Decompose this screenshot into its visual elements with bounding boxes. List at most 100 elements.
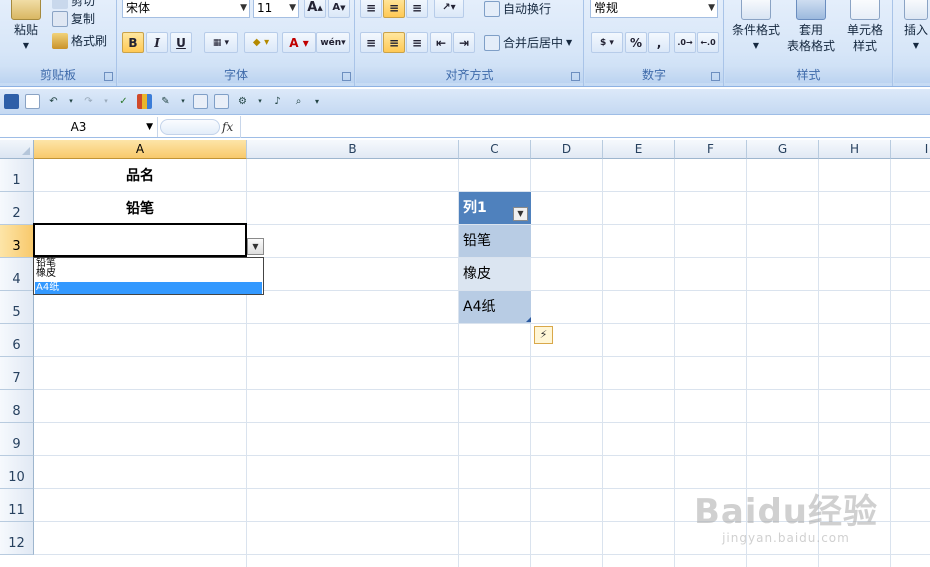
- fill-color-button[interactable]: ◆ ▾: [244, 32, 278, 53]
- italic-button[interactable]: I: [146, 32, 168, 53]
- font-size-select[interactable]: 11 ▼: [253, 0, 299, 18]
- cell-a1[interactable]: 品名: [34, 160, 246, 192]
- row-header-4[interactable]: 4: [0, 258, 34, 291]
- insert-cells-icon: [904, 0, 928, 20]
- row-header-12[interactable]: 12: [0, 522, 34, 555]
- chevron-down-icon[interactable]: ▾: [256, 94, 264, 109]
- dropdown-option[interactable]: A4纸: [35, 282, 262, 294]
- customize-toolbar-icon[interactable]: ▾: [312, 94, 322, 109]
- format-as-table-button[interactable]: 套用 表格格式: [785, 0, 837, 54]
- alignment-launcher-icon[interactable]: [571, 72, 580, 81]
- font-color-button[interactable]: A ▾: [282, 32, 316, 53]
- insert-function-icon[interactable]: fx: [222, 117, 240, 137]
- comma-button[interactable]: ,: [648, 32, 670, 53]
- spell-check-icon[interactable]: ✓: [116, 94, 131, 109]
- shrink-font-button[interactable]: A ▼: [328, 0, 350, 18]
- chevron-down-icon[interactable]: ▼: [146, 117, 153, 137]
- chevron-down-icon[interactable]: ▾: [67, 94, 75, 109]
- table-row[interactable]: A4纸: [459, 291, 531, 323]
- number-format-select[interactable]: 常规 ▼: [590, 0, 718, 18]
- save-icon[interactable]: [4, 94, 19, 109]
- column-header-i[interactable]: I: [891, 140, 930, 159]
- align-middle-button[interactable]: ≡: [383, 0, 405, 18]
- row-header-5[interactable]: 5: [0, 291, 34, 324]
- watermark-url: jingyan.baidu.com: [722, 531, 850, 545]
- font-name-select[interactable]: 宋体 ▼: [122, 0, 250, 18]
- row-header-9[interactable]: 9: [0, 423, 34, 456]
- print-preview-icon[interactable]: ⌕: [291, 94, 306, 109]
- select-all-button[interactable]: [0, 140, 34, 159]
- insert-button[interactable]: 插入 ▼: [898, 0, 930, 54]
- align-bottom-button[interactable]: ≡: [406, 0, 428, 18]
- row-header-11[interactable]: 11: [0, 489, 34, 522]
- row-header-1[interactable]: 1: [0, 159, 34, 192]
- column-header-h[interactable]: H: [819, 140, 891, 159]
- edit-icon[interactable]: ✎: [158, 94, 173, 109]
- number-launcher-icon[interactable]: [711, 72, 720, 81]
- column-header-b[interactable]: B: [247, 140, 459, 159]
- align-right-button[interactable]: ≡: [406, 32, 428, 53]
- row-header-2[interactable]: 2: [0, 192, 34, 225]
- paste-button[interactable]: 粘贴 ▼: [6, 0, 46, 54]
- undo-icon[interactable]: ↶: [46, 94, 61, 109]
- cell-a2[interactable]: 铅笔: [34, 193, 246, 225]
- font-launcher-icon[interactable]: [342, 72, 351, 81]
- row-header-8[interactable]: 8: [0, 390, 34, 423]
- row-header-10[interactable]: 10: [0, 456, 34, 489]
- grow-font-button[interactable]: A ▲: [304, 0, 326, 18]
- baidu-watermark: Baidu经验 jingyan.baidu.com: [694, 484, 878, 545]
- underline-button[interactable]: U: [170, 32, 192, 53]
- name-box[interactable]: A3 ▼: [0, 117, 158, 137]
- clipboard-group-label: 剪贴板: [0, 67, 116, 83]
- column-header-f[interactable]: F: [675, 140, 747, 159]
- column-header-e[interactable]: E: [603, 140, 675, 159]
- validation-dropdown-arrow-icon[interactable]: ▼: [247, 238, 264, 255]
- align-left-button[interactable]: ≡: [360, 32, 382, 53]
- chevron-down-icon[interactable]: ▾: [102, 94, 110, 109]
- tools-icon[interactable]: ⚙: [235, 94, 250, 109]
- redo-icon[interactable]: ↷: [81, 94, 96, 109]
- table-icon[interactable]: [214, 94, 229, 109]
- decrease-decimal-button[interactable]: ←.0: [697, 32, 719, 53]
- bold-button[interactable]: B: [122, 32, 144, 53]
- phonetic-button[interactable]: wén▾: [316, 32, 350, 53]
- row-header-7[interactable]: 7: [0, 357, 34, 390]
- conditional-formatting-button[interactable]: 条件格式 ▼: [729, 0, 783, 54]
- align-center-button[interactable]: ≡: [383, 32, 405, 53]
- borders-button[interactable]: ▦ ▾: [204, 32, 238, 53]
- wrap-text-button[interactable]: 自动换行: [484, 0, 551, 17]
- increase-decimal-button[interactable]: .0→: [674, 32, 696, 53]
- column-header-d[interactable]: D: [531, 140, 603, 159]
- column-header-a[interactable]: A: [34, 140, 247, 159]
- spelling-abc-icon[interactable]: ♪: [270, 94, 285, 109]
- table-row[interactable]: 橡皮: [459, 258, 531, 290]
- align-top-button[interactable]: ≡: [360, 0, 382, 18]
- clipboard-launcher-icon[interactable]: [104, 72, 113, 81]
- percent-button[interactable]: %: [625, 32, 647, 53]
- increase-indent-button[interactable]: ⇥: [453, 32, 475, 53]
- orientation-button[interactable]: ↗▾: [434, 0, 464, 18]
- accounting-format-button[interactable]: $ ▾: [591, 32, 623, 53]
- cut-button[interactable]: 剪切: [52, 0, 95, 9]
- copy-button[interactable]: 复制: [52, 10, 95, 27]
- formula-input[interactable]: [240, 116, 930, 138]
- dropdown-option[interactable]: 橡皮: [35, 268, 262, 280]
- merge-center-button[interactable]: 合并后居中 ▼: [484, 34, 572, 51]
- decrease-indent-button[interactable]: ⇤: [430, 32, 452, 53]
- chevron-down-icon[interactable]: ▾: [179, 94, 187, 109]
- chart-icon[interactable]: [137, 94, 152, 109]
- filter-dropdown-icon[interactable]: ▼: [513, 207, 528, 221]
- active-cell-a3[interactable]: [33, 223, 247, 257]
- new-document-icon[interactable]: [25, 94, 40, 109]
- table-header-cell[interactable]: 列1 ▼: [459, 192, 531, 224]
- form-icon[interactable]: [193, 94, 208, 109]
- column-header-g[interactable]: G: [747, 140, 819, 159]
- format-painter-button[interactable]: 格式刷: [52, 32, 107, 49]
- table-resize-handle[interactable]: [526, 317, 531, 322]
- row-header-6[interactable]: 6: [0, 324, 34, 357]
- table-row[interactable]: 铅笔: [459, 225, 531, 257]
- autocorrect-options-icon[interactable]: ⚡: [534, 326, 553, 344]
- column-header-c[interactable]: C: [459, 140, 531, 159]
- row-header-3[interactable]: 3: [0, 225, 34, 258]
- cell-styles-button[interactable]: 单元格 样式: [841, 0, 889, 54]
